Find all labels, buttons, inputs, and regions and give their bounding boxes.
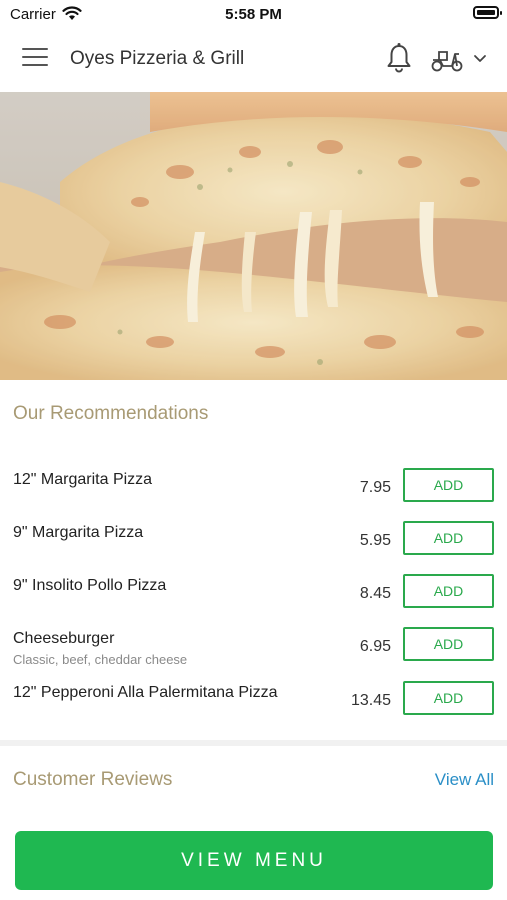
add-button[interactable]: ADD <box>403 574 494 608</box>
item-name: 9" Insolito Pollo Pizza <box>13 577 167 594</box>
view-menu-button[interactable]: VIEW MENU <box>15 831 493 890</box>
item-price: 6.95 <box>359 638 391 655</box>
clock: 5:58 PM <box>225 6 282 23</box>
item-price: 8.45 <box>359 585 391 602</box>
item-price: 7.95 <box>359 479 391 496</box>
list-item: 12" Pepperoni Alla Palermitana Pizza 13.… <box>0 681 507 734</box>
chevron-down-icon[interactable] <box>472 50 488 66</box>
item-description: Classic, beef, cheddar cheese <box>13 652 188 667</box>
hamburger-icon[interactable] <box>22 48 48 72</box>
hero-pizza-image <box>0 92 507 380</box>
add-button[interactable]: ADD <box>403 521 494 555</box>
restaurant-title: Oyes Pizzeria & Grill <box>70 48 245 69</box>
recommendations-title: Our Recommendations <box>13 403 209 424</box>
app-header: Oyes Pizzeria & Grill <box>0 28 507 92</box>
add-button[interactable]: ADD <box>403 627 494 661</box>
list-item: Cheeseburger Classic, beef, cheddar chee… <box>0 627 507 680</box>
add-button[interactable]: ADD <box>403 468 494 502</box>
list-item: 9" Margarita Pizza 5.95 ADD <box>0 521 507 574</box>
list-item: 12" Margarita Pizza 7.95 ADD <box>0 468 507 521</box>
item-name: 12" Pepperoni Alla Palermitana Pizza <box>13 684 278 701</box>
scooter-icon[interactable] <box>430 46 464 72</box>
battery-icon <box>473 6 502 19</box>
add-button[interactable]: ADD <box>403 681 494 715</box>
reviews-title: Customer Reviews <box>13 769 173 790</box>
bell-icon[interactable] <box>385 42 413 74</box>
item-name: 9" Margarita Pizza <box>13 524 144 541</box>
item-name: 12" Margarita Pizza <box>13 471 153 488</box>
item-price: 5.95 <box>359 532 391 549</box>
item-price: 13.45 <box>350 692 391 709</box>
section-divider <box>0 740 507 746</box>
item-name: Cheeseburger <box>13 630 115 647</box>
list-item: 9" Insolito Pollo Pizza 8.45 ADD <box>0 574 507 627</box>
status-bar: Carrier 5:58 PM <box>0 0 507 28</box>
view-all-link[interactable]: View All <box>435 770 494 790</box>
